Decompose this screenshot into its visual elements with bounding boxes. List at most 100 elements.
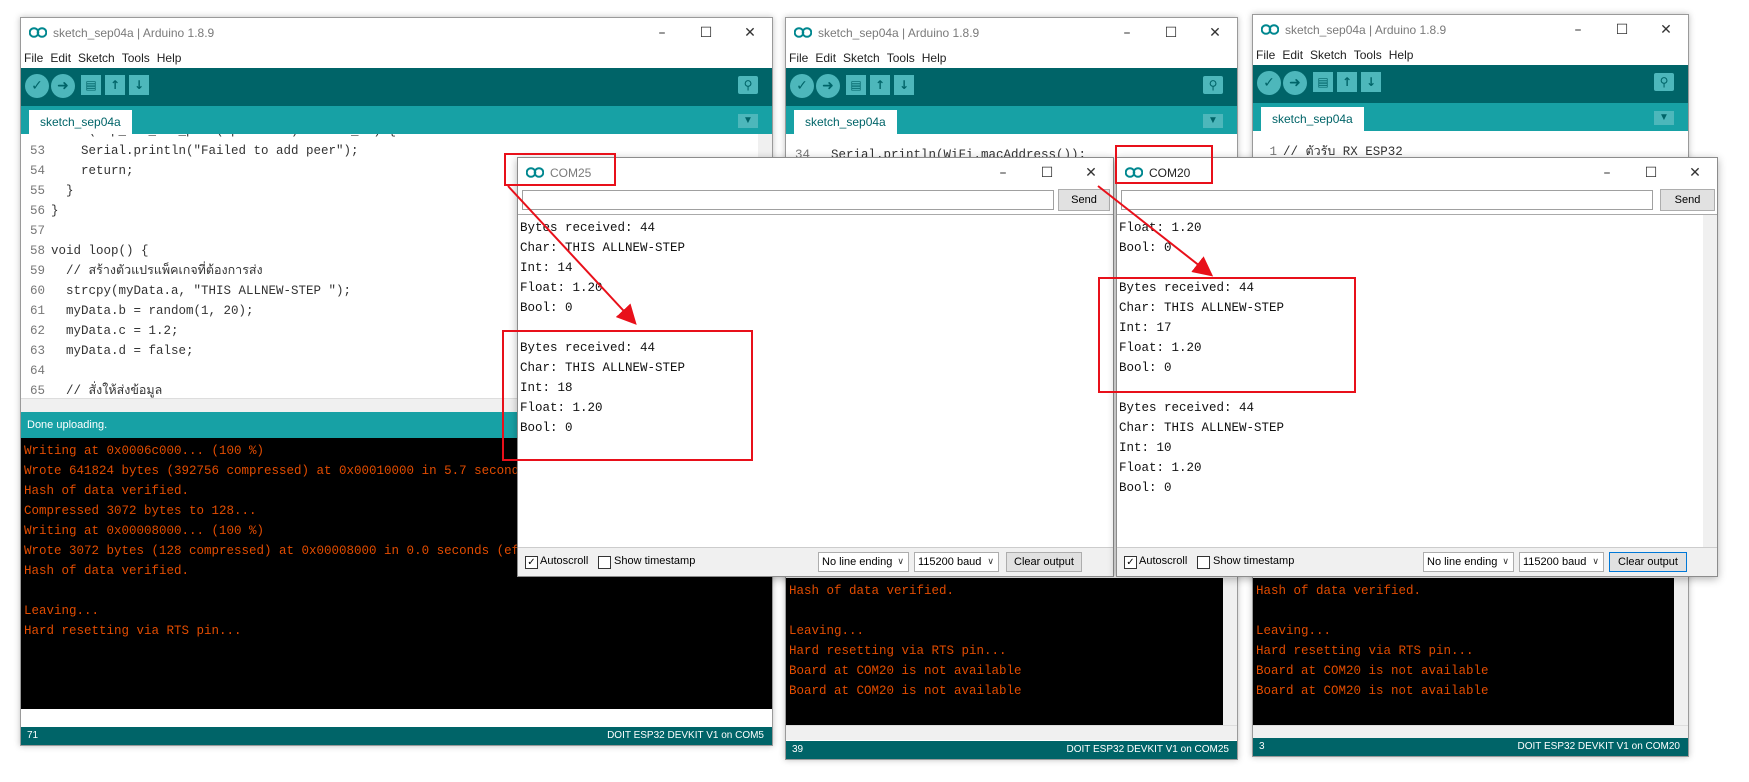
tab-sketch[interactable]: sketch_sep04a [29, 110, 132, 134]
minimize-icon[interactable]: – [1585, 158, 1629, 188]
new-icon[interactable]: ▤ [846, 75, 866, 95]
verify-icon[interactable]: ✓ [1257, 71, 1281, 95]
maximize-icon[interactable]: ☐ [1149, 18, 1193, 48]
code-line: if (esp_now_add_peer(&peerInfo) != ESP_O… [21, 134, 396, 140]
line-number: 3 [1259, 741, 1265, 752]
open-icon[interactable]: ↑ [870, 75, 890, 95]
close-icon[interactable]: ✕ [1193, 18, 1237, 48]
minimize-icon[interactable]: – [981, 158, 1025, 188]
save-icon[interactable]: ↓ [129, 75, 149, 95]
menu-bar: File Edit Sketch Tools Help [786, 48, 1237, 68]
menu-file[interactable]: File [786, 48, 812, 65]
menu-edit[interactable]: Edit [47, 48, 75, 65]
serial-line: Int: 18 [520, 381, 573, 395]
window-title: sketch_sep04a | Arduino 1.8.9 [818, 26, 980, 40]
serial-line: Bool: 0 [520, 421, 573, 435]
verify-icon[interactable]: ✓ [790, 74, 814, 98]
minimize-icon[interactable]: – [1105, 18, 1149, 48]
window-title: COM20 [1149, 166, 1191, 180]
upload-icon[interactable]: ➜ [51, 74, 75, 98]
close-icon[interactable]: ✕ [728, 18, 772, 48]
close-icon[interactable]: ✕ [1644, 15, 1688, 45]
menu-file[interactable]: File [21, 48, 47, 65]
arduino-logo-icon [29, 27, 47, 38]
tab-menu-icon[interactable]: ▼ [738, 114, 758, 128]
verify-icon[interactable]: ✓ [25, 74, 49, 98]
serial-scrollbar[interactable] [1703, 215, 1717, 547]
menu-help[interactable]: Help [154, 48, 186, 65]
tab-menu-icon[interactable]: ▼ [1654, 111, 1674, 125]
board-info: DOIT ESP32 DEVKIT V1 on COM25 [1066, 744, 1229, 755]
tab-bar: sketch_sep04a ▼ [21, 106, 772, 134]
maximize-icon[interactable]: ☐ [1025, 158, 1069, 188]
menu-edit[interactable]: Edit [812, 48, 840, 65]
serial-monitor-icon[interactable]: ⚲ [738, 76, 758, 94]
arduino-logo-icon [1125, 167, 1143, 178]
line-number: 71 [27, 730, 39, 741]
serial-line: Bytes received: 44 [520, 341, 656, 355]
upload-icon[interactable]: ➜ [816, 74, 840, 98]
menu-tools[interactable]: Tools [1351, 45, 1386, 62]
send-input[interactable] [1121, 190, 1653, 210]
menu-edit[interactable]: Edit [1279, 45, 1307, 62]
menu-tools[interactable]: Tools [884, 48, 919, 65]
toolbar: ✓ ➜ ▤ ↑ ↓ ⚲ [1253, 65, 1688, 103]
chevron-down-icon: ∨ [897, 557, 904, 567]
menu-file[interactable]: File [1253, 45, 1279, 62]
maximize-icon[interactable]: ☐ [1600, 15, 1644, 45]
open-icon[interactable]: ↑ [105, 75, 125, 95]
save-icon[interactable]: ↓ [894, 75, 914, 95]
code-line: 59 // สร้างตัวแปรแพ็คเกจที่ต้องการส่ง [29, 264, 263, 278]
maximize-icon[interactable]: ☐ [1629, 158, 1673, 188]
menu-help[interactable]: Help [919, 48, 951, 65]
autoscroll-checkbox[interactable]: ✓ [1124, 556, 1137, 569]
send-row: Send [1117, 186, 1717, 214]
console-scrollbar[interactable] [1674, 578, 1688, 725]
board-info: DOIT ESP32 DEVKIT V1 on COM20 [1517, 741, 1680, 752]
window-title: sketch_sep04a | Arduino 1.8.9 [53, 26, 215, 40]
console-hscrollbar[interactable] [786, 725, 1237, 740]
maximize-icon[interactable]: ☐ [684, 18, 728, 48]
send-input[interactable] [522, 190, 1054, 210]
title-bar: COM25 – ☐ ✕ [518, 158, 1113, 186]
save-icon[interactable]: ↓ [1361, 72, 1381, 92]
console-scrollbar[interactable] [1223, 578, 1237, 725]
line-ending-select[interactable]: No line ending ∨ [1423, 552, 1514, 572]
close-icon[interactable]: ✕ [1069, 158, 1113, 188]
serial-line: Char: THIS ALLNEW-STEP [520, 361, 686, 375]
upload-icon[interactable]: ➜ [1283, 71, 1307, 95]
timestamp-checkbox[interactable] [1197, 556, 1210, 569]
minimize-icon[interactable]: – [1556, 15, 1600, 45]
autoscroll-label: Autoscroll [540, 555, 589, 567]
tab-sketch[interactable]: sketch_sep04a [1261, 107, 1364, 131]
clear-output-button[interactable]: Clear output [1006, 552, 1082, 572]
serial-line: Bool: 0 [1119, 361, 1172, 375]
menu-sketch[interactable]: Sketch [1307, 45, 1351, 62]
autoscroll-checkbox[interactable]: ✓ [525, 556, 538, 569]
serial-monitor-icon[interactable]: ⚲ [1654, 73, 1674, 91]
timestamp-checkbox[interactable] [598, 556, 611, 569]
line-ending-select[interactable]: No line ending ∨ [818, 552, 909, 572]
minimize-icon[interactable]: – [640, 18, 684, 48]
menu-tools[interactable]: Tools [119, 48, 154, 65]
open-icon[interactable]: ↑ [1337, 72, 1357, 92]
close-icon[interactable]: ✕ [1673, 158, 1717, 188]
new-icon[interactable]: ▤ [81, 75, 101, 95]
baud-select[interactable]: 115200 baud ∨ [1519, 552, 1604, 572]
menu-sketch[interactable]: Sketch [75, 48, 119, 65]
send-button[interactable]: Send [1660, 189, 1715, 211]
tab-menu-icon[interactable]: ▼ [1203, 114, 1223, 128]
baud-select[interactable]: 115200 baud ∨ [914, 552, 999, 572]
clear-output-button[interactable]: Clear output [1609, 552, 1687, 572]
new-icon[interactable]: ▤ [1313, 72, 1333, 92]
serial-monitor-com25: COM25 – ☐ ✕ Send Bytes received: 44 Char:… [517, 157, 1114, 577]
menu-sketch[interactable]: Sketch [840, 48, 884, 65]
menu-help[interactable]: Help [1386, 45, 1418, 62]
tab-sketch[interactable]: sketch_sep04a [794, 110, 897, 134]
console-line: Compressed 3072 bytes to 128... [24, 504, 257, 518]
serial-monitor-icon[interactable]: ⚲ [1203, 76, 1223, 94]
serial-line: Float: 1.20 [1119, 221, 1202, 235]
send-button[interactable]: Send [1058, 189, 1110, 211]
serial-line: Char: THIS ALLNEW-STEP [1119, 421, 1285, 435]
timestamp-label: Show timestamp [614, 555, 696, 567]
